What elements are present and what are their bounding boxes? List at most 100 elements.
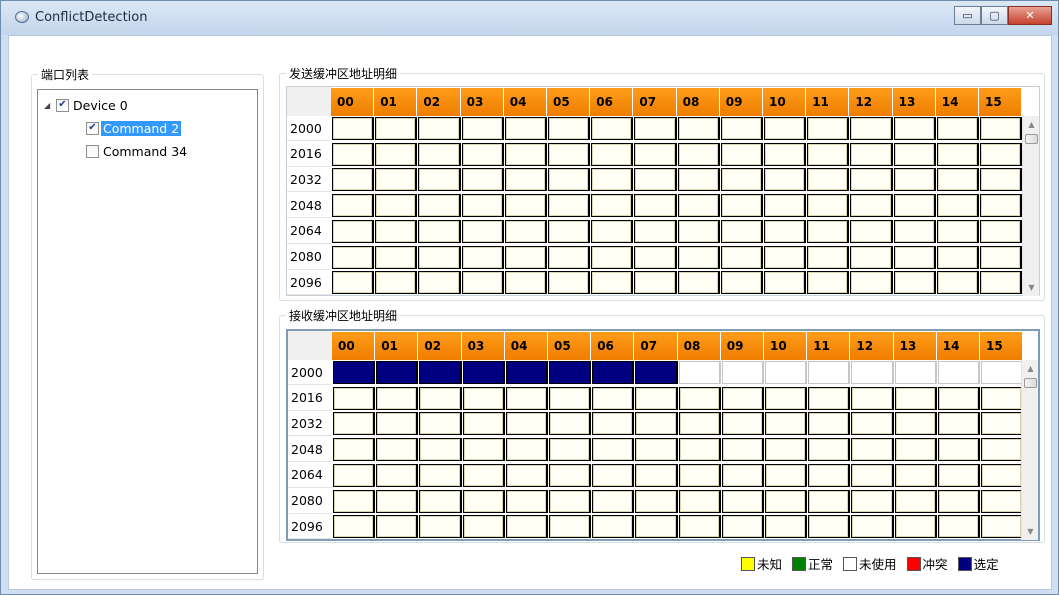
address-cell[interactable] <box>850 142 893 166</box>
address-cell[interactable] <box>549 386 592 410</box>
address-cell[interactable] <box>936 142 979 166</box>
address-cell[interactable] <box>894 386 937 410</box>
address-cell[interactable] <box>807 168 850 192</box>
address-cell[interactable] <box>893 194 936 218</box>
address-cell[interactable] <box>850 245 893 269</box>
address-cell[interactable] <box>720 142 763 166</box>
scroll-up-icon[interactable]: ▲ <box>1022 360 1039 377</box>
address-cell[interactable] <box>461 168 504 192</box>
address-cell[interactable] <box>505 463 548 487</box>
tree-item[interactable]: ◢ ✔ Device 0 <box>44 96 130 114</box>
address-cell[interactable] <box>765 463 808 487</box>
address-cell[interactable] <box>462 515 505 539</box>
address-cell[interactable] <box>592 386 635 410</box>
address-cell[interactable] <box>549 463 592 487</box>
address-cell[interactable] <box>592 489 635 513</box>
address-cell[interactable] <box>591 142 634 166</box>
address-cell[interactable] <box>807 142 850 166</box>
column-header[interactable]: 02 <box>417 88 461 116</box>
address-cell[interactable] <box>333 463 376 487</box>
address-cell[interactable] <box>807 271 850 295</box>
address-cell[interactable] <box>548 142 591 166</box>
address-cell[interactable] <box>332 219 375 243</box>
column-header[interactable]: 03 <box>460 88 504 116</box>
address-cell[interactable] <box>591 219 634 243</box>
address-cell[interactable] <box>549 489 592 513</box>
address-cell[interactable] <box>721 438 764 462</box>
scroll-down-icon[interactable]: ▼ <box>1022 523 1039 540</box>
column-header[interactable]: 09 <box>720 332 764 360</box>
address-cell[interactable] <box>549 438 592 462</box>
address-cell[interactable] <box>461 245 504 269</box>
column-header[interactable]: 07 <box>633 88 677 116</box>
address-cell[interactable] <box>677 168 720 192</box>
tree-item-checkbox[interactable] <box>86 144 99 158</box>
address-cell[interactable] <box>980 271 1023 295</box>
address-cell[interactable] <box>332 271 375 295</box>
row-header[interactable]: 2064 <box>287 218 331 244</box>
address-cell[interactable] <box>375 117 418 140</box>
row-header[interactable]: 2032 <box>287 167 331 193</box>
address-cell[interactable] <box>980 245 1023 269</box>
address-cell[interactable] <box>634 142 677 166</box>
address-cell[interactable] <box>678 489 721 513</box>
address-cell[interactable] <box>764 117 807 140</box>
address-cell[interactable] <box>462 463 505 487</box>
column-header[interactable]: 07 <box>634 332 678 360</box>
address-cell[interactable] <box>505 386 548 410</box>
address-cell[interactable] <box>893 245 936 269</box>
address-cell[interactable] <box>592 438 635 462</box>
address-cell[interactable] <box>461 271 504 295</box>
address-cell[interactable] <box>894 438 937 462</box>
address-cell[interactable] <box>418 168 461 192</box>
address-cell[interactable] <box>808 515 851 539</box>
address-cell[interactable] <box>980 194 1023 218</box>
address-cell[interactable] <box>376 412 419 436</box>
address-cell[interactable] <box>721 412 764 436</box>
column-header[interactable]: 01 <box>375 332 419 360</box>
address-cell[interactable] <box>678 515 721 539</box>
address-cell[interactable] <box>721 515 764 539</box>
column-header[interactable]: 06 <box>591 332 635 360</box>
address-cell[interactable] <box>504 245 547 269</box>
address-cell[interactable] <box>419 489 462 513</box>
column-header[interactable]: 08 <box>676 88 720 116</box>
address-cell[interactable] <box>893 142 936 166</box>
tree-item-checkbox[interactable]: ✔ <box>56 98 69 112</box>
address-cell[interactable] <box>376 515 419 539</box>
address-cell[interactable] <box>332 245 375 269</box>
row-header[interactable]: 2032 <box>288 411 332 437</box>
column-header[interactable]: 13 <box>893 332 937 360</box>
column-header[interactable]: 05 <box>548 332 592 360</box>
address-cell[interactable] <box>461 142 504 166</box>
column-header[interactable]: 15 <box>979 88 1023 116</box>
address-cell[interactable] <box>764 271 807 295</box>
address-cell[interactable] <box>418 142 461 166</box>
address-cell[interactable] <box>893 271 936 295</box>
address-cell[interactable] <box>462 412 505 436</box>
address-cell[interactable] <box>765 489 808 513</box>
address-cell[interactable] <box>721 386 764 410</box>
address-cell[interactable] <box>677 117 720 140</box>
address-cell[interactable] <box>592 412 635 436</box>
address-cell[interactable] <box>419 361 462 384</box>
row-header[interactable]: 2000 <box>288 360 332 385</box>
address-cell[interactable] <box>851 412 894 436</box>
address-cell[interactable] <box>808 463 851 487</box>
address-cell[interactable] <box>765 515 808 539</box>
address-cell[interactable] <box>980 117 1023 140</box>
address-cell[interactable] <box>635 412 678 436</box>
address-cell[interactable] <box>504 219 547 243</box>
address-cell[interactable] <box>592 515 635 539</box>
address-cell[interactable] <box>634 117 677 140</box>
recv-buffer-grid[interactable]: 00 01 02 03 04 05 06 07 08 09 10 11 12 13 14 15 2000 2016… <box>286 329 1040 541</box>
address-cell[interactable] <box>634 194 677 218</box>
address-cell[interactable] <box>635 463 678 487</box>
port-tree[interactable]: ◢ ✔ Device 0 ✔ Command 2 Command 34 <box>37 89 258 574</box>
address-cell[interactable] <box>376 489 419 513</box>
address-cell[interactable] <box>720 168 763 192</box>
address-cell[interactable] <box>850 271 893 295</box>
expand-arrow-icon[interactable]: ◢ <box>44 101 56 110</box>
scroll-thumb[interactable] <box>1025 134 1038 144</box>
address-cell[interactable] <box>894 361 937 384</box>
